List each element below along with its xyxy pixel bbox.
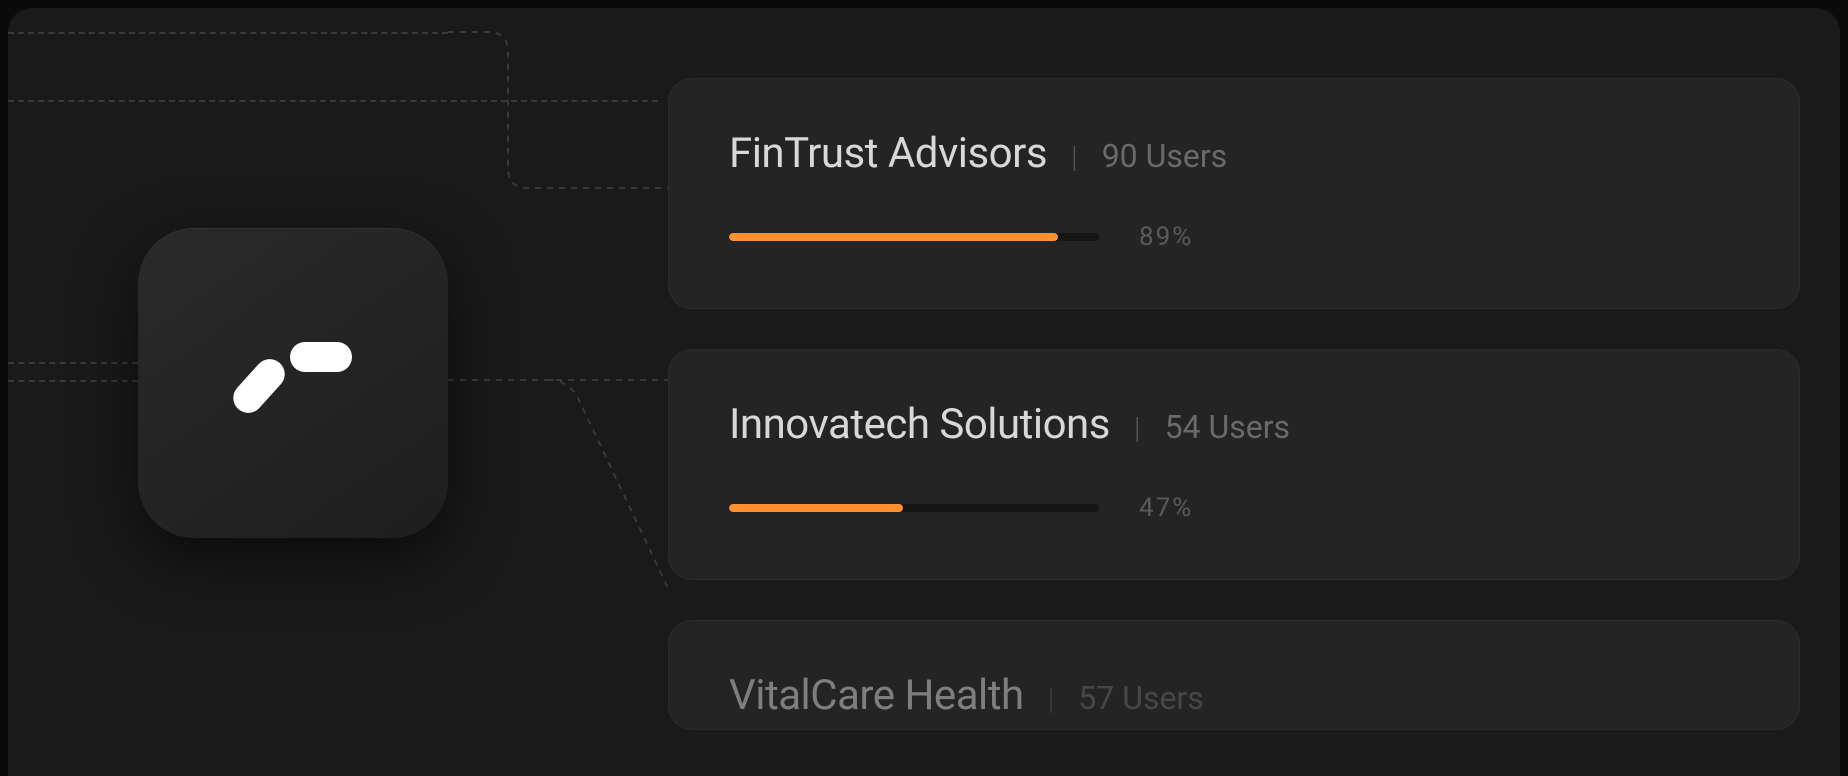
company-name: Innovatech Solutions	[729, 400, 1110, 449]
decorative-line	[8, 380, 138, 382]
company-users: 54 Users	[1165, 408, 1291, 446]
company-card[interactable]: VitalCare Health | 57 Users	[668, 620, 1800, 730]
progress-fill	[729, 233, 1058, 241]
company-users: 57 Users	[1078, 679, 1204, 717]
decorative-line	[8, 362, 138, 364]
progress-fill	[729, 504, 903, 512]
company-card-header: FinTrust Advisors | 90 Users	[729, 129, 1739, 178]
company-name: VitalCare Health	[729, 671, 1024, 720]
separator: |	[1071, 140, 1078, 175]
app-tile[interactable]	[138, 228, 448, 538]
brand-logo-icon	[218, 338, 368, 428]
progress-row: 47%	[729, 493, 1739, 523]
company-card-header: VitalCare Health | 57 Users	[729, 671, 1739, 720]
separator: |	[1134, 411, 1141, 446]
progress-percent: 47%	[1139, 493, 1193, 523]
progress-percent: 89%	[1139, 222, 1193, 252]
company-card[interactable]: FinTrust Advisors | 90 Users 89%	[668, 78, 1800, 309]
decorative-line	[8, 32, 448, 34]
dashboard-panel: FinTrust Advisors | 90 Users 89% Innovat…	[8, 8, 1840, 776]
company-cards-list: FinTrust Advisors | 90 Users 89% Innovat…	[668, 78, 1800, 730]
progress-row: 89%	[729, 222, 1739, 252]
company-users: 90 Users	[1102, 137, 1228, 175]
progress-track	[729, 233, 1099, 241]
separator: |	[1048, 682, 1055, 717]
company-card-header: Innovatech Solutions | 54 Users	[729, 400, 1739, 449]
company-card[interactable]: Innovatech Solutions | 54 Users 47%	[668, 349, 1800, 580]
company-name: FinTrust Advisors	[729, 129, 1047, 178]
progress-track	[729, 504, 1099, 512]
